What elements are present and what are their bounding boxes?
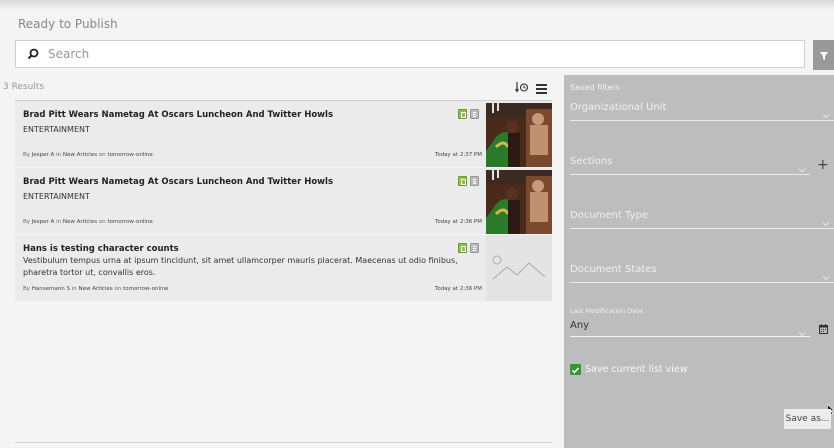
list-view-icon[interactable] <box>535 80 548 94</box>
results-count: 3 Results <box>3 82 45 92</box>
list-bottom-divider <box>15 442 552 443</box>
chevron-down-icon <box>798 323 806 337</box>
document-type-select[interactable]: Document Type <box>570 207 834 229</box>
item-byline: By Jesper A in New Articles on tomorrow-… <box>23 152 153 158</box>
filter-toggle-button[interactable] <box>813 40 834 70</box>
item-title[interactable]: Brad Pitt Wears Nametag At Oscars Lunche… <box>23 110 333 120</box>
chevron-down-icon <box>822 105 830 119</box>
calendar-icon[interactable] <box>819 319 828 334</box>
saved-filters-label[interactable]: Saved filters <box>570 83 620 92</box>
plus-icon: + <box>817 157 829 173</box>
organizational-unit-label: Organizational Unit <box>570 102 667 113</box>
last-modification-date-value: Any <box>570 320 590 331</box>
save-list-view-option[interactable]: Save current list view <box>570 364 687 375</box>
item-thumbnail <box>486 103 552 167</box>
item-thumbnail <box>486 170 552 234</box>
filter-panel: Saved filters Organizational Unit Sectio… <box>564 75 834 448</box>
item-byline: By Hansemann S in New Articles on tomorr… <box>23 286 169 292</box>
document-type-label: Document Type <box>570 210 648 221</box>
document-states-select[interactable]: Document States <box>570 261 834 283</box>
item-title[interactable]: Hans is testing character counts <box>23 244 179 254</box>
item-status-icons <box>458 109 479 119</box>
page-title: Ready to Publish <box>18 17 118 31</box>
top-shadow <box>0 0 834 10</box>
organizational-unit-select[interactable]: Organizational Unit <box>570 99 834 121</box>
save-list-view-label: Save current list view <box>585 364 688 375</box>
list-item[interactable]: Brad Pitt Wears Nametag At Oscars Lunche… <box>15 101 552 167</box>
item-byline: By Jesper A in New Articles on tomorrow-… <box>23 219 153 225</box>
sort-by-date-icon[interactable] <box>515 79 529 93</box>
filter-icon <box>819 46 829 65</box>
check-icon <box>571 360 580 379</box>
item-section: ENTERTAINMENT <box>23 192 90 201</box>
results-list: Brad Pitt Wears Nametag At Oscars Lunche… <box>15 101 552 301</box>
publish-status-icon[interactable] <box>458 109 467 119</box>
publish-status-icon[interactable] <box>458 176 467 186</box>
chevron-down-icon <box>822 213 830 227</box>
item-date: Today at 2:36 PM <box>434 286 482 292</box>
item-date: Today at 2:36 PM <box>434 219 482 225</box>
document-icon[interactable] <box>470 176 479 186</box>
document-icon[interactable] <box>470 109 479 119</box>
last-modification-date-label: Last Modification Date <box>570 307 643 315</box>
search-input[interactable] <box>48 47 788 61</box>
save-as-button[interactable]: Save as... <box>784 409 831 429</box>
item-date: Today at 2:37 PM <box>434 152 482 158</box>
item-section: ENTERTAINMENT <box>23 125 90 134</box>
save-list-view-checkbox[interactable] <box>570 364 581 375</box>
item-status-icons <box>458 176 479 186</box>
item-status-icons <box>458 243 479 253</box>
chevron-down-icon <box>822 267 830 281</box>
sections-select[interactable]: Sections <box>570 153 810 175</box>
search-bar[interactable] <box>15 40 805 68</box>
publish-status-icon[interactable] <box>458 243 467 253</box>
search-icon <box>26 47 40 61</box>
item-title[interactable]: Brad Pitt Wears Nametag At Oscars Lunche… <box>23 177 333 187</box>
chevron-down-icon <box>798 159 806 173</box>
list-item[interactable]: Brad Pitt Wears Nametag At Oscars Lunche… <box>15 168 552 234</box>
sections-label: Sections <box>570 156 613 167</box>
last-modification-date-select[interactable]: Any <box>570 317 810 337</box>
image-placeholder-icon <box>486 235 552 301</box>
document-icon[interactable] <box>470 243 479 253</box>
add-section-button[interactable]: + <box>817 158 829 172</box>
list-item[interactable]: Hans is testing character counts Vestibu… <box>15 235 552 301</box>
document-states-label: Document States <box>570 264 657 275</box>
item-description: Vestibulum tempus urna at ipsum tincidun… <box>23 256 458 277</box>
